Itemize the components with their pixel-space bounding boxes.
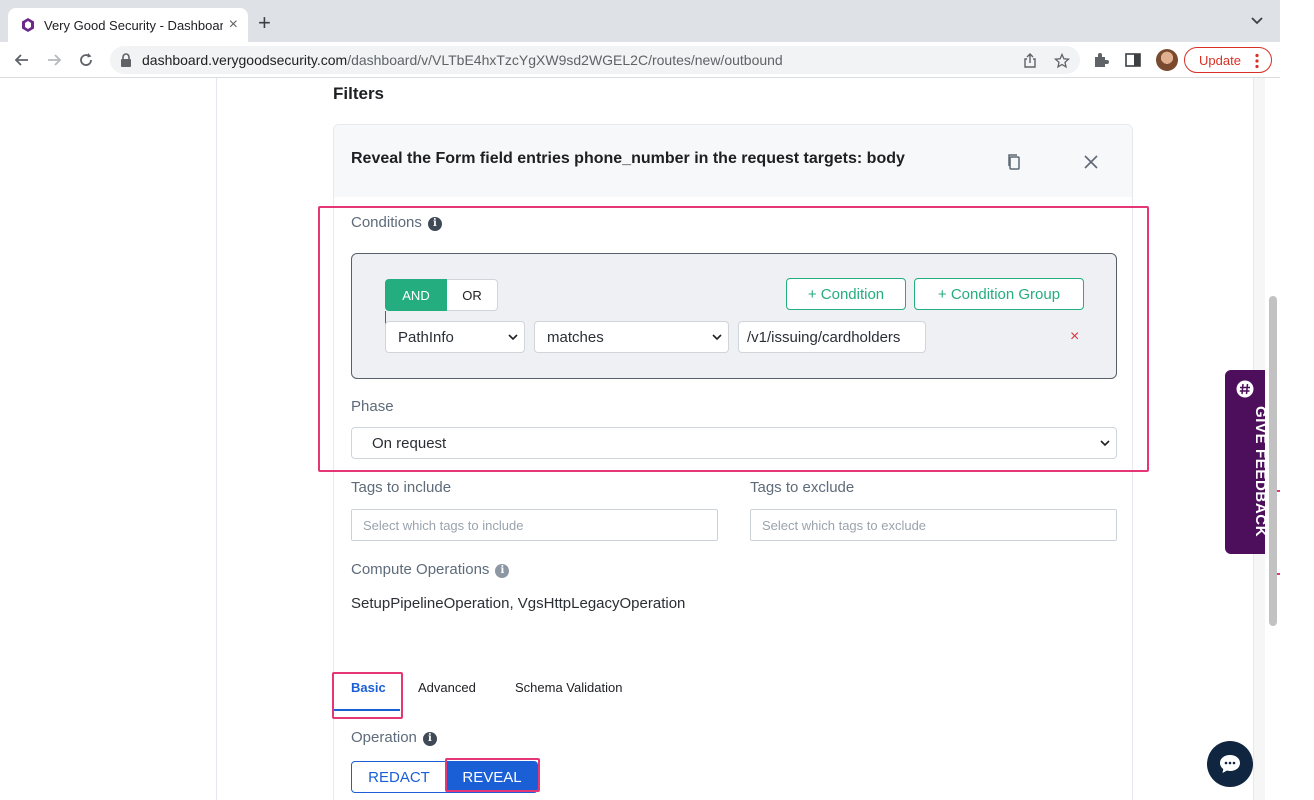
lock-icon xyxy=(121,53,131,67)
share-icon[interactable] xyxy=(1022,53,1038,69)
copy-icon[interactable] xyxy=(1006,153,1022,171)
reload-icon[interactable] xyxy=(76,50,96,70)
address-bar[interactable]: dashboard.verygoodsecurity.com/dashboard… xyxy=(110,46,1080,74)
browser-update-button[interactable]: Update xyxy=(1184,47,1272,73)
tab-schema-validation[interactable]: Schema Validation xyxy=(515,680,622,695)
operation-label: Operation i xyxy=(351,729,437,746)
url-path: /dashboard/v/VLTbE4hxTzcYgXW9sd2WGEL2C/r… xyxy=(347,52,783,68)
operation-label-text: Operation xyxy=(351,729,417,746)
redact-button[interactable]: REDACT xyxy=(351,761,447,793)
filters-title: Filters xyxy=(333,84,385,103)
tags-include-input[interactable]: Select which tags to include xyxy=(351,509,718,541)
give-feedback-label: GIVE FEEDBACK xyxy=(1252,406,1269,538)
tab-search-chevron-icon[interactable] xyxy=(1250,14,1264,28)
scrollbar-thumb[interactable] xyxy=(1269,296,1277,626)
more-menu-icon xyxy=(1255,53,1259,69)
compute-operations-label: Compute Operations i xyxy=(351,561,510,578)
give-feedback-tab[interactable]: GIVE FEEDBACK xyxy=(1225,370,1269,554)
back-arrow-icon[interactable] xyxy=(12,50,32,70)
info-icon[interactable]: i xyxy=(422,732,437,746)
browser-toolbar: dashboard.verygoodsecurity.com/dashboard… xyxy=(0,42,1280,78)
conditions-highlight-box xyxy=(318,206,1149,472)
basic-tab-highlight-box xyxy=(332,672,403,719)
extensions-puzzle-icon[interactable] xyxy=(1092,51,1110,69)
forward-arrow-icon[interactable] xyxy=(44,50,64,70)
close-icon[interactable] xyxy=(1082,153,1100,171)
tags-include-label: Tags to include xyxy=(351,479,452,496)
chat-bubble-icon xyxy=(1220,755,1240,773)
vgs-favicon-icon xyxy=(22,18,34,32)
compute-operations-value: SetupPipelineOperation, VgsHttpLegacyOpe… xyxy=(351,595,686,612)
browser-tabstrip: Very Good Security - Dashboard × + xyxy=(0,0,1280,42)
hashtag-icon xyxy=(1236,380,1254,398)
reveal-highlight-box xyxy=(445,758,540,792)
compute-operations-label-text: Compute Operations xyxy=(351,561,490,578)
side-panel-icon[interactable] xyxy=(1124,51,1142,69)
url-text: dashboard.verygoodsecurity.com/dashboard… xyxy=(142,52,783,68)
tab-title: Very Good Security - Dashboard xyxy=(44,17,223,33)
browser-tab[interactable]: Very Good Security - Dashboard × xyxy=(8,8,248,42)
profile-avatar[interactable] xyxy=(1156,49,1178,71)
chat-button[interactable] xyxy=(1207,741,1253,787)
tags-exclude-input[interactable]: Select which tags to exclude xyxy=(750,509,1117,541)
tags-exclude-label: Tags to exclude xyxy=(750,479,855,496)
update-label: Update xyxy=(1199,52,1241,68)
tab-close-icon[interactable]: × xyxy=(229,16,238,34)
sidebar-divider xyxy=(216,78,217,800)
filter-heading: Reveal the Form field entries phone_numb… xyxy=(351,150,905,167)
tab-advanced[interactable]: Advanced xyxy=(418,680,476,695)
new-tab-button[interactable]: + xyxy=(258,10,271,36)
filter-header: Reveal the Form field entries phone_numb… xyxy=(334,125,1132,197)
page-content: Filters Reveal the Form field entries ph… xyxy=(0,78,1280,800)
info-icon[interactable]: i xyxy=(495,564,510,578)
bookmark-star-icon[interactable] xyxy=(1054,53,1070,69)
url-host: dashboard.verygoodsecurity.com xyxy=(142,52,348,68)
